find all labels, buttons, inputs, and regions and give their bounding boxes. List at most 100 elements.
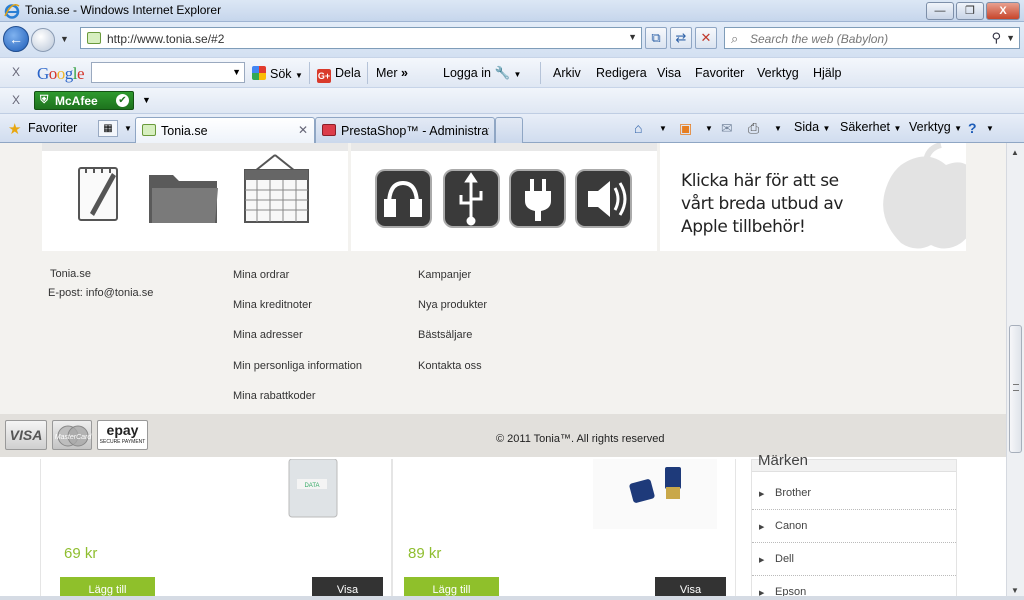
mcafee-shield-icon: ⛨ — [40, 94, 49, 106]
refresh-icon[interactable]: ⇄ — [670, 27, 692, 49]
sok-dropdown-icon[interactable]: ▼ — [295, 71, 303, 80]
epay-text: epay — [106, 422, 139, 438]
minimize-button[interactable]: — — [926, 2, 954, 20]
logga-in-button[interactable]: Logga in 🔧 ▼ — [443, 66, 521, 81]
menu-hjalp[interactable]: Hjälp — [813, 66, 842, 80]
search-input[interactable]: Search the web (Babylon) — [750, 32, 888, 46]
footer-link-nya-produkter[interactable]: Nya produkter — [418, 299, 487, 311]
recent-pages-dropdown-icon[interactable]: ▼ — [60, 34, 69, 44]
print-icon[interactable]: ⎙ — [748, 120, 759, 137]
compatibility-view-icon[interactable]: ⧉ — [645, 27, 667, 49]
brand-canon[interactable]: ▶ Canon — [752, 510, 956, 543]
footer-link-rabattkoder[interactable]: Mina rabattkoder — [233, 390, 316, 402]
favorites-button[interactable]: Favoriter — [28, 121, 77, 135]
home-icon[interactable]: ⌂ — [634, 120, 642, 136]
address-bar[interactable]: http://www.tonia.se/#2 ▼ — [80, 27, 642, 49]
mcafee-label: McAfee — [55, 94, 98, 108]
address-dropdown-icon[interactable]: ▼ — [628, 32, 637, 42]
chevron-down-icon: ▼ — [822, 124, 831, 133]
help-dropdown-icon[interactable]: ▼ — [986, 124, 994, 133]
search-icon[interactable]: ⚲ — [991, 30, 1001, 46]
wrench-dropdown-icon[interactable]: ▼ — [514, 70, 522, 79]
cmd-verktyg[interactable]: Verktyg ▼ — [909, 120, 962, 134]
close-toolbar-icon[interactable]: X — [12, 65, 20, 79]
forward-button[interactable] — [31, 28, 55, 52]
stop-icon[interactable]: ✕ — [695, 27, 717, 49]
tab-tonia[interactable]: Tonia.se ✕ — [135, 117, 315, 143]
check-icon: ✔ — [116, 94, 129, 107]
usb-stick-image: DATA — [288, 459, 338, 518]
brand-dell[interactable]: ▶ Dell — [752, 543, 956, 576]
vertical-scrollbar[interactable]: ▲ ▼ — [1006, 143, 1024, 600]
brand-label: Brother — [775, 487, 812, 499]
google-search-dropdown-icon[interactable]: ▼ — [232, 67, 241, 77]
menu-redigera[interactable]: Redigera — [596, 66, 647, 80]
search-provider-icon: ⌕ — [731, 31, 739, 46]
google-logo: Google — [37, 64, 85, 84]
back-button[interactable]: ← — [3, 26, 29, 52]
mail-icon[interactable]: ✉ — [721, 120, 733, 137]
office-banner[interactable] — [42, 143, 348, 251]
dela-button[interactable]: G+ Dela — [317, 66, 361, 83]
footer-link-personlig-information[interactable]: Min personliga information — [233, 360, 362, 372]
electronics-banner[interactable] — [351, 143, 657, 251]
home-dropdown-icon[interactable]: ▼ — [659, 124, 667, 133]
menu-verktyg[interactable]: Verktyg — [757, 66, 799, 80]
google-logo-letter: o — [56, 64, 66, 83]
banner-strip: Klicka här för att se vårt breda utbud a… — [0, 143, 1006, 251]
menu-visa[interactable]: Visa — [657, 66, 681, 80]
tab-prestashop[interactable]: PrestaShop™ - Administrat... — [315, 117, 495, 143]
toolbar-separator — [309, 62, 310, 84]
scroll-down-icon[interactable]: ▼ — [1011, 586, 1019, 595]
menu-favoriter[interactable]: Favoriter — [695, 66, 744, 80]
new-tab-button[interactable] — [495, 117, 523, 143]
close-tab-icon[interactable]: ✕ — [298, 123, 308, 137]
search-options-dropdown-icon[interactable]: ▼ — [1006, 33, 1015, 43]
apple-banner-line: Klicka här för att se — [681, 171, 839, 191]
ie-logo-icon — [4, 4, 20, 19]
electronics-icons — [351, 143, 657, 228]
print-dropdown-icon[interactable]: ▼ — [774, 124, 782, 133]
footer-link-mina-ordrar[interactable]: Mina ordrar — [233, 269, 289, 281]
help-icon[interactable]: ? — [968, 120, 977, 136]
scrollbar-thumb[interactable] — [1009, 325, 1022, 453]
scroll-up-icon[interactable]: ▲ — [1011, 148, 1019, 157]
window-bottom-border — [0, 596, 1024, 600]
brand-brother[interactable]: ▶ Brother — [752, 477, 956, 510]
footer-company: Tonia.se — [50, 268, 91, 280]
quick-tabs-icon[interactable]: ▦ — [98, 120, 118, 137]
cmd-sakerhet[interactable]: Säkerhet ▼ — [840, 120, 901, 134]
address-input[interactable]: http://www.tonia.se/#2 — [107, 32, 224, 46]
wrench-icon[interactable]: 🔧 — [494, 66, 510, 80]
mcafee-button[interactable]: ⛨ McAfee ✔ — [34, 91, 134, 110]
footer-link-bastsaljare[interactable]: Bästsäljare — [418, 329, 472, 341]
apple-banner[interactable]: Klicka här för att se vårt breda utbud a… — [660, 143, 966, 251]
close-toolbar-icon[interactable]: X — [12, 93, 20, 107]
search-box[interactable]: ⌕ Search the web (Babylon) ⚲ ▼ — [724, 27, 1020, 49]
close-window-button[interactable]: X — [986, 2, 1020, 20]
visa-logo: VISA — [5, 420, 47, 450]
footer-bottom-bar: VISA MasterCard epay SECURE PAYMENT © 20… — [0, 414, 1006, 457]
feeds-icon[interactable]: ▣ — [679, 120, 692, 137]
brand-label: Dell — [775, 553, 794, 565]
menu-arkiv[interactable]: Arkiv — [553, 66, 581, 80]
footer-link-kampanjer[interactable]: Kampanjer — [418, 269, 471, 281]
footer-link-kontakta-oss[interactable]: Kontakta oss — [418, 360, 482, 372]
tab-list-dropdown-icon[interactable]: ▼ — [124, 124, 132, 133]
cmd-sida[interactable]: Sida ▼ — [794, 120, 830, 134]
cmd-label: Verktyg — [909, 120, 951, 134]
sok-button[interactable]: Sök ▼ — [252, 66, 303, 81]
google-search-input[interactable]: ▼ — [91, 62, 245, 83]
footer-link-mina-adresser[interactable]: Mina adresser — [233, 329, 303, 341]
footer-link-mina-kreditnoter[interactable]: Mina kreditnoter — [233, 299, 312, 311]
google-logo-letter: e — [77, 64, 85, 83]
favorites-star-icon[interactable]: ★ — [8, 120, 21, 138]
footer-email-link[interactable]: info@tonia.se — [86, 287, 153, 299]
maximize-button[interactable]: ❐ — [956, 2, 984, 20]
mer-button[interactable]: Mer » — [376, 66, 408, 80]
feeds-dropdown-icon[interactable]: ▼ — [705, 124, 713, 133]
mcafee-dropdown-icon[interactable]: ▼ — [142, 95, 151, 105]
brands-heading: Märken — [758, 452, 809, 469]
toolbar-separator — [367, 62, 368, 84]
window-title-bar: Tonia.se - Windows Internet Explorer — ❐… — [0, 0, 1024, 22]
